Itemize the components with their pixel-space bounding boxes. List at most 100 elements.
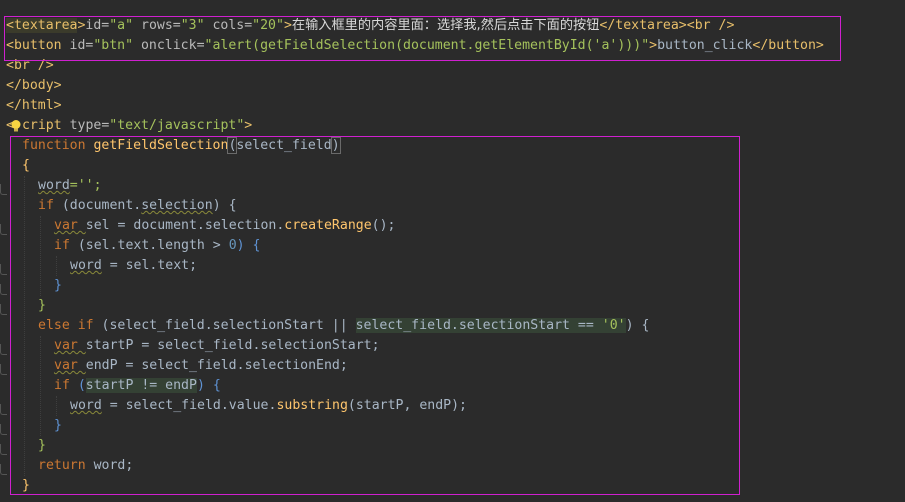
code-token: cols= [204, 18, 253, 33]
code-token: (); [371, 218, 396, 233]
code-token: '0' [601, 318, 626, 333]
indent-guide [56, 256, 57, 276]
code-token: "btn" [93, 38, 134, 53]
code-token: id= [61, 38, 94, 53]
code-token: } [38, 438, 46, 453]
fold-marker[interactable] [0, 344, 7, 355]
fold-marker[interactable] [0, 464, 7, 475]
code-token: } [54, 278, 62, 293]
code-token: getFieldSelection [93, 138, 229, 153]
code-token: selection [141, 198, 213, 213]
code-token: <br /> [6, 58, 54, 73]
code-line: word = sel.text; [70, 256, 197, 276]
indent-guide [40, 216, 41, 296]
fold-marker[interactable] [0, 224, 7, 235]
code-token: 在输入框里的内容里面：选择我,然后点击下面的按钮 [291, 18, 600, 33]
code-line: if (startP != endP) { [54, 376, 221, 396]
code-line: <textarea id="a" rows="3" cols="20">在输入框… [6, 16, 734, 36]
code-line: var sel = document.selection.createRange… [54, 216, 395, 236]
code-token: > [649, 38, 658, 53]
code-token: id= [77, 18, 110, 33]
code-line: else if (select_field.selectionStart || … [38, 316, 649, 336]
fold-marker[interactable] [0, 184, 7, 195]
code-token: <textarea [6, 18, 78, 33]
code-token: onclick= [133, 38, 205, 53]
code-line: } [22, 476, 30, 496]
code-token: var [54, 218, 86, 233]
code-token: selection [204, 218, 277, 233]
code-token: =''; [69, 178, 102, 193]
fold-marker[interactable] [0, 304, 7, 315]
code-token: if [54, 238, 78, 253]
code-line: word = select_field.value.substring(star… [70, 396, 467, 416]
code-token: = select_field.selectionStart; [133, 338, 380, 353]
indent-guide [40, 336, 41, 436]
code-line: if (sel.text.length > 0) { [54, 236, 260, 256]
indent-guide [24, 176, 25, 476]
fold-marker[interactable] [0, 284, 7, 295]
code-token: substring [276, 398, 348, 413]
code-token: </textarea> [599, 18, 687, 33]
code-token: ) { [236, 238, 261, 253]
code-token: "alert(getFieldSelection(document.getEle… [204, 38, 650, 53]
code-token: startP != endP [85, 378, 197, 393]
code-line: var endP = select_field.selectionEnd; [54, 356, 348, 376]
code-token: var [54, 358, 86, 373]
code-token: (select_field.selectionStart || [101, 318, 356, 333]
lightbulb-icon[interactable] [10, 119, 22, 133]
code-token: (sel.text.length > [77, 238, 229, 253]
fold-marker[interactable] [0, 424, 7, 435]
code-token: > [283, 18, 292, 33]
code-line: <button id="btn" onclick="alert(getField… [6, 36, 824, 56]
code-token: = select_field.selectionEnd; [117, 358, 348, 373]
code-token: { [22, 158, 30, 173]
code-line: { [22, 156, 30, 176]
code-editor[interactable]: <body> <textarea id="a" rows="3" cols="2… [0, 0, 905, 502]
code-token: cript [21, 118, 62, 133]
code-token: "3" [180, 18, 205, 33]
code-token: ) { [625, 318, 650, 333]
code-token: else if [38, 318, 102, 333]
code-token: button_click [657, 38, 753, 53]
code-token: if [38, 198, 62, 213]
code-line: </html> [6, 96, 62, 116]
code-token: select_field [236, 138, 332, 153]
code-line: } [54, 276, 62, 296]
code-token: "20" [252, 18, 284, 33]
code-token: select_field.selectionStart == [355, 318, 602, 333]
code-token: </html> [6, 98, 62, 113]
indent-guide [56, 396, 57, 416]
code-token: (document. [61, 198, 142, 213]
code-token: type= [61, 118, 110, 133]
code-token: = document. [109, 218, 205, 233]
fold-marker[interactable] [0, 364, 7, 375]
code-line: function getFieldSelection(select_field) [22, 136, 341, 156]
code-token: ) [330, 137, 341, 154]
fold-marker[interactable] [0, 444, 7, 455]
code-line: if (document.selection) { [38, 196, 237, 216]
code-line: </body> [6, 76, 62, 96]
code-token: 0 [228, 238, 237, 253]
fold-marker[interactable] [0, 404, 7, 415]
code-token: word [38, 178, 70, 193]
code-token: <br /> [686, 18, 735, 33]
code-token: } [54, 418, 62, 433]
code-token: return [38, 458, 94, 473]
code-token: rows= [133, 18, 181, 33]
code-line: var startP = select_field.selectionStart… [54, 336, 380, 356]
code-token: </body> [6, 78, 62, 93]
fold-marker[interactable] [0, 264, 7, 275]
code-token: > [244, 118, 253, 133]
code-line: } [38, 296, 46, 316]
code-token: = sel.text; [101, 258, 198, 273]
code-token: endP [85, 358, 118, 373]
code-token: (startP, endP); [347, 398, 467, 413]
code-token: "text/javascript" [109, 118, 245, 133]
code-token: } [22, 478, 30, 493]
code-token: ) { [212, 198, 237, 213]
code-token: } [38, 298, 46, 313]
code-line: word=''; [38, 176, 102, 196]
code-line: } [54, 416, 62, 436]
code-token: "a" [109, 18, 134, 33]
code-token: var [54, 338, 86, 353]
